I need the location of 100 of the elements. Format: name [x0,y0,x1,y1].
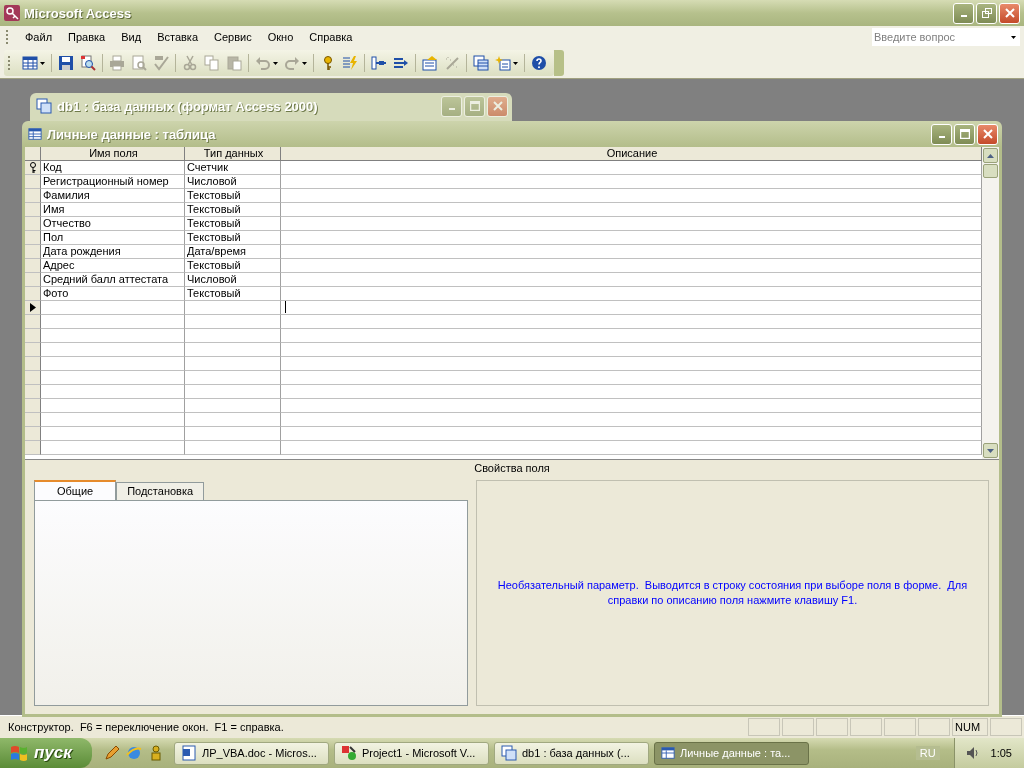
scroll-up-button[interactable] [983,148,998,163]
table-cell[interactable] [281,175,982,189]
table-cell[interactable] [281,441,982,455]
table-cell[interactable] [41,427,185,441]
taskbar-button[interactable]: Project1 - Microsoft V... [334,741,489,765]
table-cell[interactable]: Фото [41,287,185,301]
table-cell[interactable] [281,203,982,217]
minimize-button[interactable] [441,95,462,117]
table-cell[interactable] [185,371,281,385]
row-selector[interactable] [25,161,41,175]
table-cell[interactable] [281,413,982,427]
table-cell[interactable] [41,315,185,329]
scrollbar[interactable] [982,147,999,459]
browser-icon[interactable] [126,745,142,761]
table-cell[interactable] [41,329,185,343]
table-cell[interactable]: Числовой [185,273,281,287]
menu-item[interactable]: Вид [113,29,150,45]
table-cell[interactable]: Регистрационный номер [41,175,185,189]
table-cell[interactable]: Имя [41,203,185,217]
restore-button[interactable] [976,2,997,24]
table-cell[interactable]: Средний балл аттестата [41,273,185,287]
column-header[interactable]: Описание [281,147,982,161]
table-cell[interactable] [281,371,982,385]
minimize-button[interactable] [953,2,974,24]
table-cell[interactable] [281,231,982,245]
table-cell[interactable]: Текстовый [185,231,281,245]
toolbar-button[interactable] [19,53,48,73]
taskbar-button[interactable]: ЛР_VBA.doc - Micros... [174,741,329,765]
maximize-button[interactable] [954,123,975,145]
column-header[interactable]: Тип данных [185,147,281,161]
table-cell[interactable]: Код [41,161,185,175]
table-cell[interactable]: Счетчик [185,161,281,175]
figure-icon[interactable] [148,745,164,761]
table-cell[interactable] [41,413,185,427]
menu-item[interactable]: Файл [17,29,61,45]
table-cell[interactable] [41,343,185,357]
table-cell[interactable] [185,427,281,441]
table-cell[interactable] [281,217,982,231]
menu-item[interactable]: Окно [259,29,302,45]
minimize-button[interactable] [931,123,952,145]
menu-item[interactable]: Правка [60,29,114,45]
table-cell[interactable] [185,301,281,315]
table-cell[interactable] [281,287,982,301]
speaker-icon[interactable] [964,745,981,761]
scroll-thumb[interactable] [983,164,998,178]
row-selector[interactable] [25,301,41,315]
table-cell[interactable] [281,259,982,273]
column-header[interactable]: Имя поля [41,147,185,161]
table-cell[interactable] [281,399,982,413]
table-cell[interactable]: Текстовый [185,203,281,217]
table-cell[interactable] [281,329,982,343]
table-cell[interactable]: Отчество [41,217,185,231]
table-cell[interactable] [281,357,982,371]
table-cell[interactable] [185,441,281,455]
table-cell[interactable]: Текстовый [185,217,281,231]
scroll-down-button[interactable] [983,443,998,458]
table-cell[interactable] [41,399,185,413]
table-cell[interactable] [185,329,281,343]
toolbar-button[interactable] [470,53,492,73]
close-button[interactable] [487,95,508,117]
table-cell[interactable]: Текстовый [185,189,281,203]
close-button[interactable] [977,123,998,145]
menu-item[interactable]: Вставка [149,29,206,45]
table-cell[interactable]: Текстовый [185,287,281,301]
question-field[interactable]: Введите вопрос [872,28,1006,46]
table-cell[interactable]: Адрес [41,259,185,273]
table-cell[interactable]: Текстовый [185,259,281,273]
table-cell[interactable] [41,385,185,399]
table-cell[interactable] [41,441,185,455]
table-cell[interactable] [41,371,185,385]
pencil-icon[interactable] [104,745,120,761]
table-cell[interactable]: Фамилия [41,189,185,203]
taskbar-button[interactable]: db1 : база данных (... [494,741,649,765]
maximize-button[interactable] [464,95,485,117]
table-cell[interactable] [281,315,982,329]
menu-item[interactable]: Сервис [206,29,260,45]
tab[interactable]: Общие [34,480,117,500]
table-cell[interactable] [185,343,281,357]
close-button[interactable] [999,2,1020,24]
table-cell[interactable]: Дата/время [185,245,281,259]
table-cell[interactable] [281,245,982,259]
table-cell[interactable] [281,301,982,315]
table-cell[interactable]: Дата рождения [41,245,185,259]
table-cell[interactable] [281,273,982,287]
table-cell[interactable] [185,413,281,427]
table-cell[interactable] [185,315,281,329]
table-cell[interactable] [281,385,982,399]
table-cell[interactable] [281,161,982,175]
table-cell[interactable]: Числовой [185,175,281,189]
menu-item[interactable]: Справка [301,29,361,45]
table-cell[interactable]: Пол [41,231,185,245]
table-cell[interactable] [281,189,982,203]
table-cell[interactable] [185,399,281,413]
table-cell[interactable] [281,427,982,441]
dropdown-button[interactable] [1006,28,1020,46]
table-cell[interactable] [185,385,281,399]
table-cell[interactable] [185,357,281,371]
table-cell[interactable] [41,301,185,315]
table-cell[interactable] [281,343,982,357]
table-cell[interactable] [41,357,185,371]
